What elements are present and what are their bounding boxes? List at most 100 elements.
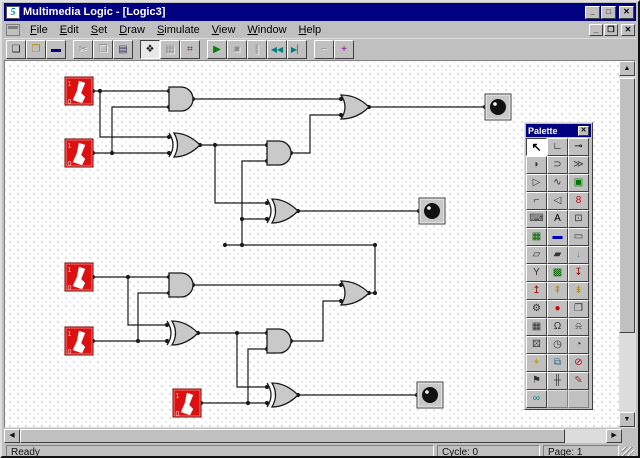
- switch-component[interactable]: 10: [65, 77, 93, 106]
- menu-item-window[interactable]: Window: [241, 22, 292, 38]
- or-gate[interactable]: [341, 95, 369, 119]
- child-minimize-button[interactable]: _: [589, 24, 603, 36]
- palette-clock-tool[interactable]: ◷: [547, 336, 568, 354]
- menu-item-help[interactable]: Help: [293, 22, 328, 38]
- scroll-down-icon[interactable]: ▼: [619, 412, 635, 427]
- palette-sender-tool[interactable]: ⇞: [547, 282, 568, 300]
- save-button[interactable]: ▬: [46, 40, 66, 59]
- palette-oscillator-tool[interactable]: ∿: [547, 174, 568, 192]
- palette-node-out-tool[interactable]: ▱: [526, 246, 547, 264]
- palette-chip-tool[interactable]: ▦: [526, 318, 547, 336]
- palette-ground-tool[interactable]: ↓: [568, 246, 589, 264]
- open-button[interactable]: ❐: [26, 40, 46, 59]
- palette-xor-gate-tool[interactable]: ≫: [568, 156, 589, 174]
- palette-wire-tool[interactable]: ∟: [547, 138, 568, 156]
- palette-bell-tool[interactable]: ⍾: [568, 318, 589, 336]
- pause-button[interactable]: ∥: [247, 40, 267, 59]
- circuit-canvas[interactable]: 1010101010 Palette ✕ ↖∟⊸◗⊃≫▷∿▣⌐◁8⌨A⊡▦▬▭▱…: [5, 61, 619, 427]
- switch-component[interactable]: 10: [65, 263, 93, 292]
- palette-keypad-tool[interactable]: ▦: [526, 228, 547, 246]
- palette-light-tool[interactable]: ✦: [526, 354, 547, 372]
- vertical-scroll-thumb[interactable]: [619, 78, 635, 333]
- mdi-child-icon[interactable]: [6, 24, 20, 36]
- vertical-scrollbar[interactable]: ▲ ▼: [619, 61, 635, 427]
- menu-item-set[interactable]: Set: [85, 22, 114, 38]
- palette-select-tool[interactable]: ↖: [526, 138, 547, 156]
- palette-timer-tool[interactable]: ◔: [568, 336, 589, 354]
- palette-not-gate-tool[interactable]: ▷: [526, 174, 547, 192]
- horizontal-scrollbar[interactable]: ◀ ▶: [4, 429, 622, 443]
- palette-robot-tool[interactable]: ∞: [526, 390, 547, 408]
- close-button[interactable]: ✕: [619, 6, 634, 19]
- app-icon[interactable]: 5: [6, 6, 20, 19]
- child-close-button[interactable]: ✕: [621, 24, 635, 36]
- horizontal-scroll-thumb[interactable]: [20, 429, 565, 443]
- palette-storage-in-tool[interactable]: ↧: [568, 264, 589, 282]
- menu-item-draw[interactable]: Draw: [113, 22, 151, 38]
- resize-grip[interactable]: [622, 447, 634, 458]
- cut-button[interactable]: ✂: [73, 40, 93, 59]
- and-gate[interactable]: [267, 329, 291, 353]
- palette-stop-sign-tool[interactable]: ⊘: [568, 354, 589, 372]
- rewind-button[interactable]: ◀◀: [267, 40, 287, 59]
- scroll-up-icon[interactable]: ▲: [619, 61, 635, 76]
- run-button[interactable]: ▶: [207, 40, 227, 59]
- paste-button[interactable]: ▤: [113, 40, 133, 59]
- palette-rotor-tool[interactable]: Ω: [547, 318, 568, 336]
- new-button[interactable]: ❏: [6, 40, 26, 59]
- palette-keyboard-tool[interactable]: ⌨: [526, 210, 547, 228]
- palette-memory-tool[interactable]: ▩: [547, 264, 568, 282]
- show-palette-button[interactable]: ❖: [140, 40, 160, 59]
- palette-close-icon[interactable]: ✕: [578, 126, 589, 136]
- maximize-button[interactable]: □: [601, 6, 616, 19]
- palette-pipe-tool[interactable]: ╫: [547, 372, 568, 390]
- palette-bulb-tool[interactable]: ●: [547, 300, 568, 318]
- stop-button[interactable]: ■: [227, 40, 247, 59]
- and-gate[interactable]: [267, 141, 291, 165]
- palette-text-tool[interactable]: A: [547, 210, 568, 228]
- step-button[interactable]: ▶▏: [287, 40, 307, 59]
- xor-gate[interactable]: [169, 133, 200, 157]
- palette-gear-tool[interactable]: ⚙: [526, 300, 547, 318]
- palette-or-gate-tool[interactable]: ⊃: [547, 156, 568, 174]
- menu-item-edit[interactable]: Edit: [54, 22, 85, 38]
- menu-item-simulate[interactable]: Simulate: [151, 22, 206, 38]
- switch-component[interactable]: 10: [65, 139, 93, 168]
- palette-switch-tool[interactable]: ⌐: [526, 192, 547, 210]
- palette-seven-segment-tool[interactable]: 8: [568, 192, 589, 210]
- palette-node-in-tool[interactable]: ▰: [547, 246, 568, 264]
- palette-multimedia-tool[interactable]: ⧉: [547, 354, 568, 372]
- zoom-out-button[interactable]: −: [314, 40, 334, 59]
- menu-item-view[interactable]: View: [206, 22, 242, 38]
- scroll-left-icon[interactable]: ◀: [4, 429, 20, 443]
- grid-mode-button[interactable]: ▦: [160, 40, 180, 59]
- and-gate[interactable]: [169, 87, 193, 111]
- led-component[interactable]: [417, 382, 443, 408]
- zoom-in-button[interactable]: +: [334, 40, 354, 59]
- scroll-right-icon[interactable]: ▶: [606, 429, 622, 443]
- palette-and-gate-tool[interactable]: ◗: [526, 156, 547, 174]
- menu-item-file[interactable]: File: [24, 22, 54, 38]
- xor-gate[interactable]: [167, 321, 198, 345]
- palette-junction-tool[interactable]: ⊸: [568, 138, 589, 156]
- xor-gate[interactable]: [267, 199, 298, 223]
- palette-random-tool[interactable]: ⚄: [526, 336, 547, 354]
- child-restore-button[interactable]: ❐: [604, 24, 618, 36]
- xor-gate[interactable]: [267, 383, 298, 407]
- palette-speaker-tool[interactable]: ◁: [547, 192, 568, 210]
- palette-led-tool[interactable]: ▣: [568, 174, 589, 192]
- palette-flip-tool[interactable]: ❐: [568, 300, 589, 318]
- copy-button[interactable]: ❐: [93, 40, 113, 59]
- palette-flag-tool[interactable]: ⚑: [526, 372, 547, 390]
- palette-counter-tool[interactable]: ⊡: [568, 210, 589, 228]
- or-gate[interactable]: [341, 281, 369, 305]
- palette-display-tool[interactable]: ▬: [547, 228, 568, 246]
- palette-tape-tool[interactable]: ▭: [568, 228, 589, 246]
- switch-component[interactable]: 10: [65, 327, 93, 356]
- wiring-mode-button[interactable]: ⌗: [180, 40, 200, 59]
- palette-window[interactable]: Palette ✕ ↖∟⊸◗⊃≫▷∿▣⌐◁8⌨A⊡▦▬▭▱▰↓Y▩↧↥⇞⇟⚙●❐…: [524, 122, 593, 410]
- palette-receiver-tool[interactable]: ⇟: [568, 282, 589, 300]
- palette-storage-out-tool[interactable]: ↥: [526, 282, 547, 300]
- minimize-button[interactable]: _: [585, 6, 600, 19]
- and-gate[interactable]: [169, 273, 193, 297]
